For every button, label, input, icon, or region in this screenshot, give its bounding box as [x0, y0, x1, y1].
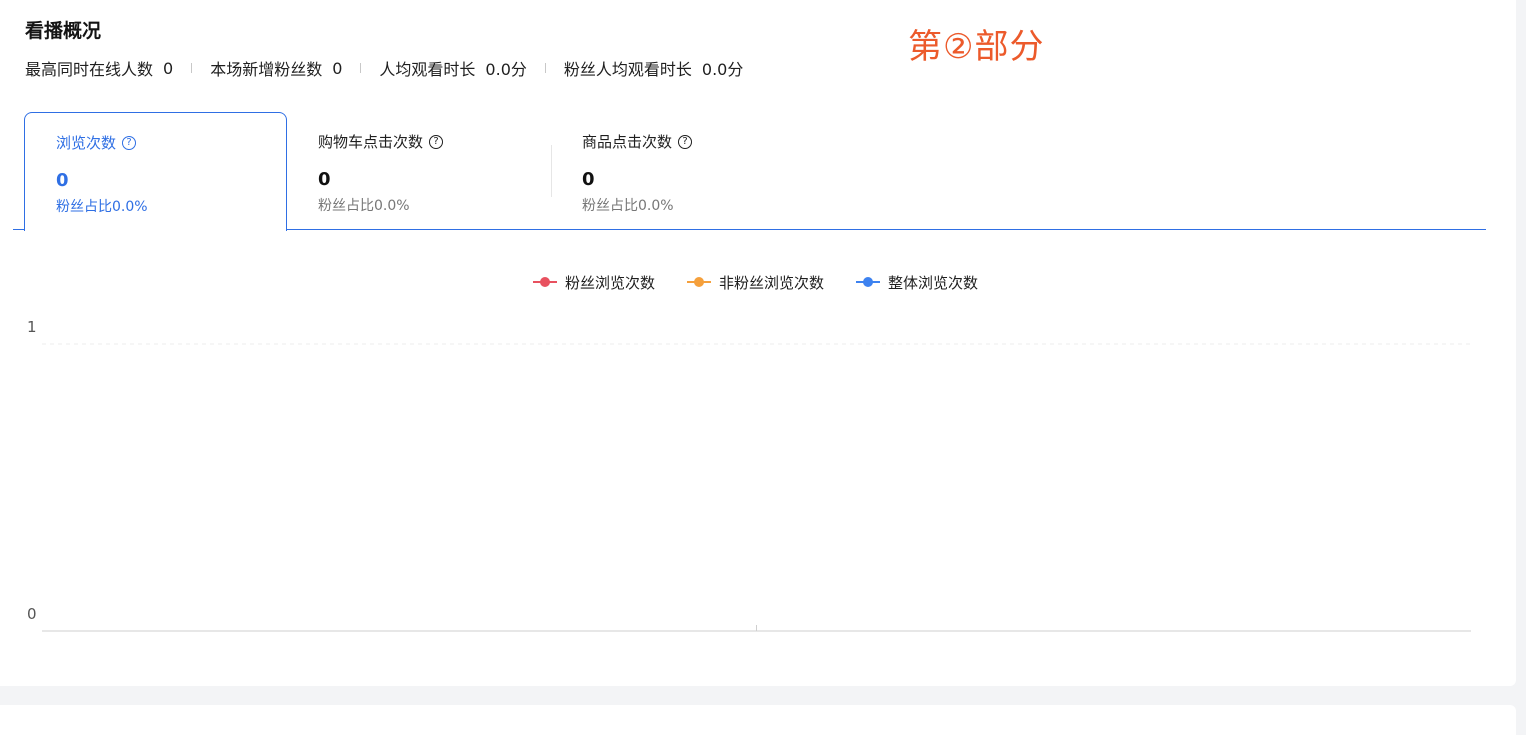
- stat-value: 0: [332, 58, 343, 78]
- stat-divider: [544, 63, 546, 73]
- stat-value: 0: [163, 58, 174, 78]
- y-tick-label: 1: [27, 318, 37, 336]
- tab-value: 0: [56, 170, 69, 191]
- stat-fan-avg-watch-time: 粉丝人均观看时长 0.0分: [564, 56, 743, 80]
- stat-label: 最高同时在线人数: [25, 60, 154, 79]
- stat-label: 人均观看时长: [379, 60, 476, 79]
- tab-product-clicks[interactable]: 商品点击次数 ? 0 粉丝占比0.0%: [551, 112, 814, 230]
- help-circle-icon[interactable]: ?: [678, 134, 693, 149]
- help-circle-icon[interactable]: ?: [429, 134, 444, 149]
- tab-value: 0: [318, 169, 331, 190]
- tab-label: 购物车点击次数: [318, 133, 424, 151]
- legend-marker-icon: [687, 276, 712, 288]
- legend-item-non-fans[interactable]: 非粉丝浏览次数: [687, 272, 824, 293]
- legend-label: 整体浏览次数: [888, 273, 979, 292]
- legend-label: 粉丝浏览次数: [565, 273, 656, 292]
- tab-label: 浏览次数: [56, 134, 117, 152]
- legend-marker-icon: [856, 276, 881, 288]
- section-title: 看播概况: [25, 20, 102, 42]
- annotation-label: 第②部分: [908, 27, 1045, 67]
- tab-fan-ratio: 粉丝占比0.0%: [582, 198, 674, 214]
- legend-item-fans[interactable]: 粉丝浏览次数: [533, 272, 655, 293]
- stats-row: 最高同时在线人数 0 本场新增粉丝数 0 人均观看时长 0.0分 粉丝人均观看时…: [25, 56, 743, 80]
- overview-panel: 看播概况 第②部分 最高同时在线人数 0 本场新增粉丝数 0 人均观看时长 0.…: [0, 0, 1516, 686]
- chart-legend: 粉丝浏览次数 非粉丝浏览次数 整体浏览次数: [533, 270, 1010, 294]
- tab-label: 商品点击次数: [582, 133, 673, 151]
- tab-fan-ratio: 粉丝占比0.0%: [56, 199, 148, 215]
- stat-value: 0.0分: [485, 60, 527, 79]
- tab-views[interactable]: 浏览次数 ? 0 粉丝占比0.0%: [24, 112, 287, 231]
- line-chart: 01: [27, 318, 1471, 632]
- tab-fan-ratio: 粉丝占比0.0%: [318, 198, 410, 214]
- stat-avg-watch-time: 人均观看时长 0.0分: [379, 56, 526, 80]
- stat-value: 0.0分: [701, 60, 744, 79]
- tab-cart-clicks[interactable]: 购物车点击次数 ? 0 粉丝占比0.0%: [287, 112, 550, 230]
- y-tick-label: 0: [27, 605, 37, 623]
- next-panel: [0, 705, 1516, 735]
- legend-label: 非粉丝浏览次数: [719, 273, 825, 292]
- help-circle-icon[interactable]: ?: [122, 135, 137, 150]
- stat-divider: [191, 63, 193, 73]
- stat-peak-online: 最高同时在线人数 0: [25, 56, 173, 80]
- stat-new-fans: 本场新增粉丝数 0: [210, 56, 342, 80]
- legend-item-total[interactable]: 整体浏览次数: [856, 272, 978, 293]
- tab-value: 0: [582, 169, 595, 190]
- legend-marker-icon: [533, 276, 557, 288]
- stat-label: 粉丝人均观看时长: [563, 60, 692, 79]
- stat-label: 本场新增粉丝数: [210, 60, 323, 79]
- stat-divider: [360, 63, 362, 73]
